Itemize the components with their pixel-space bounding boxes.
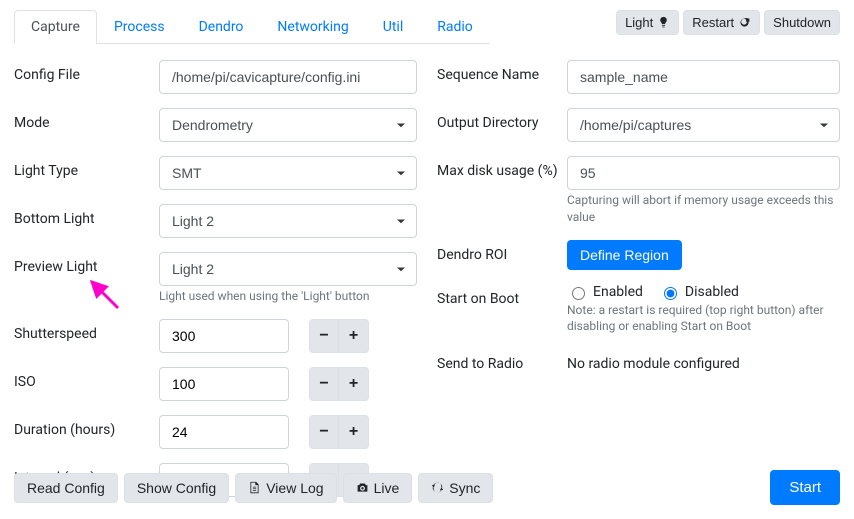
- tab-networking[interactable]: Networking: [260, 10, 365, 44]
- bottom-light-label: Bottom Light: [14, 204, 159, 227]
- config-file-label: Config File: [14, 60, 159, 83]
- iso-label: ISO: [14, 367, 159, 390]
- config-file-input[interactable]: [159, 60, 417, 94]
- show-config-button[interactable]: Show Config: [124, 473, 229, 503]
- duration-increment[interactable]: +: [339, 415, 369, 449]
- dendro-roi-label: Dendro ROI: [437, 240, 567, 263]
- read-config-button[interactable]: Read Config: [14, 473, 118, 503]
- restart-label: Restart: [692, 15, 734, 30]
- tab-util[interactable]: Util: [366, 10, 420, 44]
- view-log-button[interactable]: View Log: [235, 473, 336, 503]
- iso-input[interactable]: [159, 367, 289, 401]
- send-radio-text: No radio module configured: [567, 349, 840, 372]
- lightbulb-icon: [657, 16, 670, 29]
- start-on-boot-enabled[interactable]: Enabled: [567, 284, 643, 300]
- start-on-boot-label: Start on Boot: [437, 284, 567, 307]
- start-on-boot-disabled[interactable]: Disabled: [659, 284, 739, 300]
- shutdown-label: Shutdown: [773, 15, 831, 30]
- send-radio-label: Send to Radio: [437, 349, 567, 372]
- preview-light-help: Light used when using the 'Light' button: [159, 288, 417, 305]
- sequence-name-input[interactable]: [567, 60, 840, 94]
- light-label: Light: [625, 15, 653, 30]
- live-button[interactable]: Live: [343, 473, 413, 503]
- shutterspeed-increment[interactable]: +: [339, 319, 369, 353]
- tab-radio[interactable]: Radio: [420, 10, 490, 44]
- duration-decrement[interactable]: −: [309, 415, 339, 449]
- sync-button[interactable]: Sync: [418, 473, 493, 503]
- max-disk-label: Max disk usage (%): [437, 156, 567, 179]
- light-type-label: Light Type: [14, 156, 159, 179]
- bottom-light-select[interactable]: Light 2: [159, 204, 417, 238]
- preview-light-select[interactable]: Light 2: [159, 252, 417, 286]
- max-disk-help: Capturing will abort if memory usage exc…: [567, 192, 840, 226]
- tab-process[interactable]: Process: [97, 10, 182, 44]
- shutdown-button[interactable]: Shutdown: [764, 10, 840, 35]
- iso-decrement[interactable]: −: [309, 367, 339, 401]
- restart-icon: [738, 16, 751, 29]
- start-on-boot-help: Note: a restart is required (top right b…: [567, 302, 840, 336]
- light-type-select[interactable]: SMT: [159, 156, 417, 190]
- camera-icon: [356, 481, 369, 494]
- preview-light-label: Preview Light: [14, 252, 159, 275]
- max-disk-input[interactable]: [567, 156, 840, 190]
- shutterspeed-label: Shutterspeed: [14, 319, 159, 342]
- mode-label: Mode: [14, 108, 159, 131]
- sync-icon: [431, 481, 444, 494]
- tab-capture[interactable]: Capture: [14, 10, 97, 44]
- restart-button[interactable]: Restart: [683, 10, 760, 35]
- output-dir-label: Output Directory: [437, 108, 567, 131]
- file-icon: [248, 481, 261, 494]
- duration-label: Duration (hours): [14, 415, 159, 438]
- duration-input[interactable]: [159, 415, 289, 449]
- define-region-button[interactable]: Define Region: [567, 240, 682, 270]
- start-button[interactable]: Start: [770, 470, 840, 505]
- iso-increment[interactable]: +: [339, 367, 369, 401]
- shutterspeed-decrement[interactable]: −: [309, 319, 339, 353]
- sequence-name-label: Sequence Name: [437, 60, 567, 83]
- light-button[interactable]: Light: [616, 10, 679, 35]
- tab-dendro[interactable]: Dendro: [182, 10, 261, 44]
- mode-select[interactable]: Dendrometry: [159, 108, 417, 142]
- nav-tabs: Capture Process Dendro Networking Util R…: [14, 10, 490, 44]
- shutterspeed-input[interactable]: [159, 319, 289, 353]
- output-dir-select[interactable]: /home/pi/captures: [567, 108, 840, 142]
